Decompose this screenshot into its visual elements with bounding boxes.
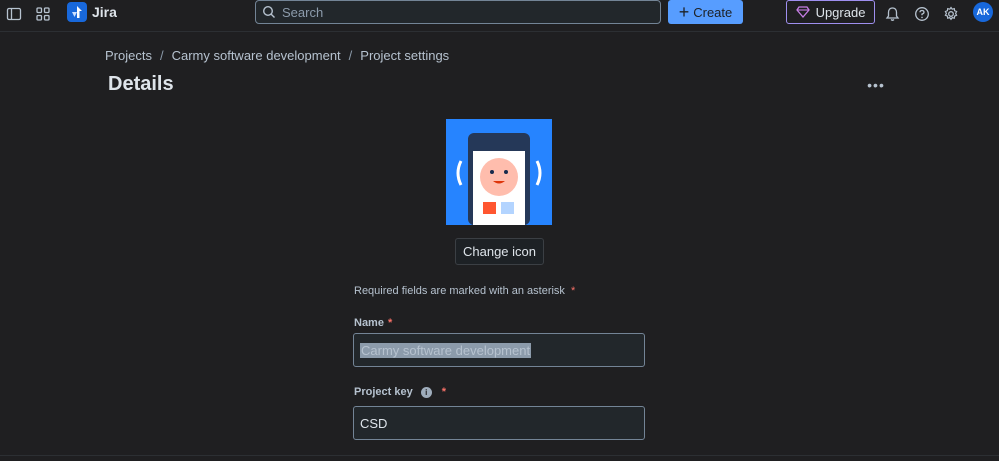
breadcrumb-separator: / <box>348 48 353 63</box>
more-actions-icon[interactable]: ••• <box>864 76 888 94</box>
name-label-text: Name <box>354 317 384 329</box>
info-icon[interactable]: i <box>420 386 432 398</box>
name-label: Name * <box>354 317 392 329</box>
settings-gear-icon[interactable] <box>939 2 963 26</box>
top-navigation: Jira Search + Create Upgrade AK <box>0 0 999 32</box>
user-avatar[interactable]: AK <box>973 2 993 22</box>
diamond-icon <box>795 6 810 18</box>
project-name-value: Carmy software development <box>360 342 532 358</box>
project-key-label: Project key i * <box>354 386 446 398</box>
app-name[interactable]: Jira <box>92 4 117 20</box>
search-placeholder: Search <box>282 4 324 20</box>
app-switcher-icon[interactable] <box>31 2 55 26</box>
upgrade-label: Upgrade <box>815 4 866 20</box>
search-icon <box>262 5 275 18</box>
project-key-label-text: Project key <box>354 386 413 398</box>
upgrade-button[interactable]: Upgrade <box>786 0 875 24</box>
search-input[interactable]: Search <box>255 0 661 24</box>
breadcrumb-separator: / <box>159 48 164 63</box>
change-icon-button[interactable]: Change icon <box>455 238 544 265</box>
required-asterisk: * <box>441 386 446 398</box>
project-avatar-icon <box>446 119 552 225</box>
breadcrumb-project-settings[interactable]: Project settings <box>360 48 449 63</box>
project-key-value: CSD <box>360 415 388 431</box>
required-note-text: Required fields are marked with an aster… <box>354 285 565 297</box>
required-asterisk: * <box>571 285 576 297</box>
page-title: Details <box>108 73 174 95</box>
create-label: Create <box>693 4 733 20</box>
project-name-field[interactable]: Carmy software development <box>353 333 645 367</box>
breadcrumb-project[interactable]: Carmy software development <box>172 48 341 63</box>
plus-icon: + <box>678 2 690 22</box>
help-icon[interactable] <box>910 2 934 26</box>
breadcrumb-projects[interactable]: Projects <box>105 48 152 63</box>
create-button[interactable]: + Create <box>668 0 743 24</box>
breadcrumb: Projects / Carmy software development / … <box>105 48 449 63</box>
required-fields-note: Required fields are marked with an aster… <box>354 285 575 297</box>
project-key-field[interactable]: CSD <box>353 406 645 440</box>
sidebar-toggle-icon[interactable] <box>2 2 26 26</box>
notifications-bell-icon[interactable] <box>880 2 904 26</box>
bottom-divider <box>0 455 999 456</box>
jira-logo-icon[interactable] <box>67 2 87 22</box>
required-asterisk: * <box>387 317 393 329</box>
